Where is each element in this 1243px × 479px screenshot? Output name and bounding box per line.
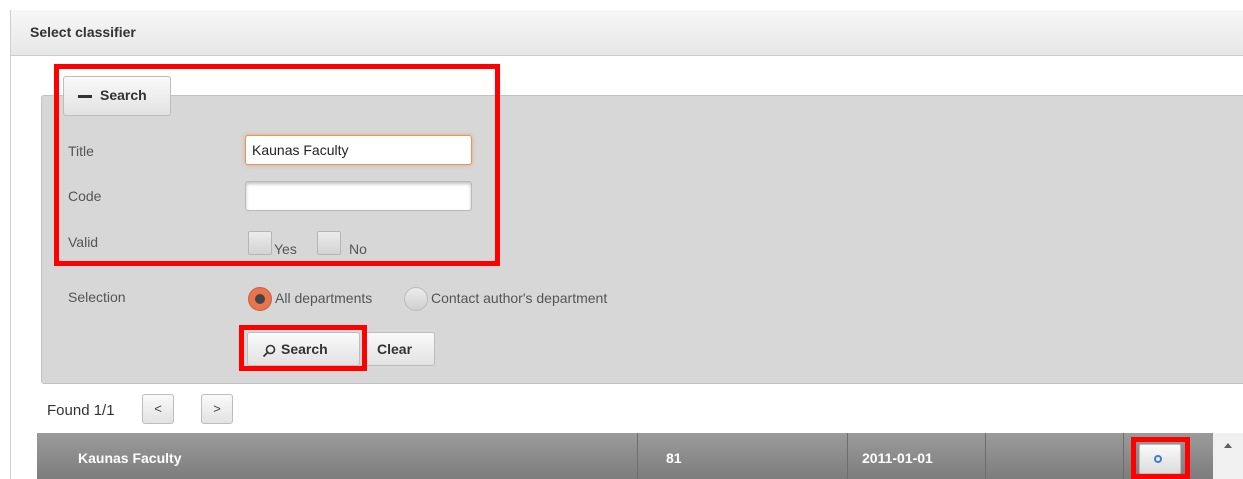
- valid-yes-checkbox[interactable]: [248, 231, 272, 255]
- clear-button[interactable]: Clear: [365, 332, 435, 366]
- radio-dot-icon: [255, 294, 265, 304]
- dialog-title: Select classifier: [30, 24, 136, 40]
- code-input[interactable]: [245, 181, 472, 211]
- radio-all-departments-label: All departments: [275, 290, 373, 306]
- table-row[interactable]: Kaunas Faculty 81 2011-01-01: [37, 433, 1213, 479]
- search-toggle-label: Search: [100, 87, 147, 103]
- column-divider: [985, 433, 986, 479]
- minus-icon: [78, 95, 92, 98]
- row-date: 2011-01-01: [862, 450, 933, 466]
- search-icon: [262, 344, 276, 358]
- title-input[interactable]: [245, 135, 472, 165]
- scrollbar[interactable]: [1213, 433, 1243, 479]
- dialog-titlebar: Select classifier: [10, 10, 1243, 56]
- search-button[interactable]: Search: [247, 332, 360, 366]
- column-divider: [637, 433, 638, 479]
- search-button-label: Search: [281, 341, 328, 357]
- row-title: Kaunas Faculty: [78, 450, 182, 466]
- search-panel: [41, 95, 1243, 384]
- select-row-button[interactable]: [1139, 444, 1181, 474]
- title-label: Title: [68, 143, 94, 159]
- row-code: 81: [666, 450, 682, 466]
- scroll-up-icon[interactable]: [1224, 443, 1232, 448]
- selection-label: Selection: [68, 289, 126, 305]
- valid-no-label: No: [349, 241, 367, 257]
- code-label: Code: [68, 188, 102, 204]
- next-page-button[interactable]: >: [201, 394, 233, 424]
- valid-yes-label: Yes: [274, 241, 297, 257]
- prev-page-button[interactable]: <: [142, 394, 174, 424]
- column-divider: [1123, 433, 1124, 479]
- column-divider: [847, 433, 848, 479]
- circle-icon: [1154, 455, 1162, 463]
- radio-contact-author-department[interactable]: [404, 287, 428, 311]
- found-count: Found 1/1: [47, 402, 115, 419]
- clear-button-label: Clear: [377, 341, 413, 357]
- radio-all-departments[interactable]: [248, 287, 272, 311]
- search-toggle-button[interactable]: Search: [63, 76, 171, 116]
- radio-contact-author-department-label: Contact author's department: [431, 290, 608, 306]
- valid-no-checkbox[interactable]: [317, 231, 341, 255]
- valid-label: Valid: [68, 234, 99, 250]
